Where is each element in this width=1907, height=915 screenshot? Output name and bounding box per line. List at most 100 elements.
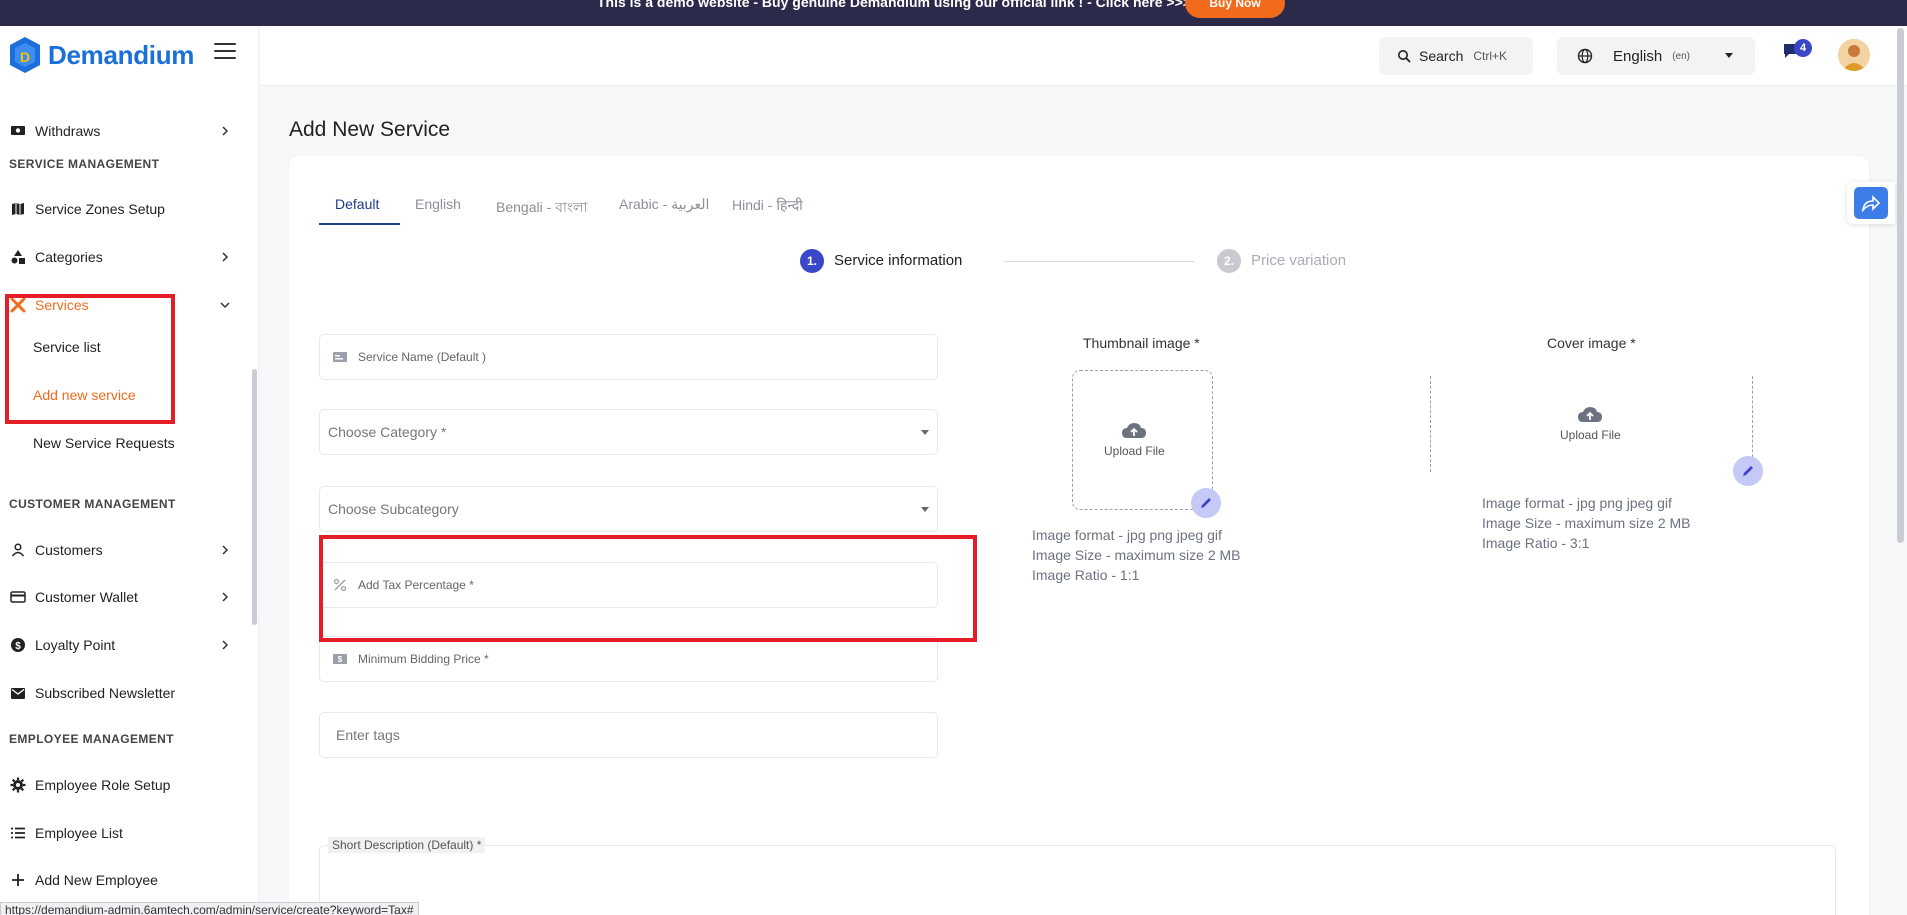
money-icon xyxy=(9,122,27,140)
banner-text[interactable]: This is a demo website - Buy genuine Dem… xyxy=(597,0,1191,10)
chevron-right-icon xyxy=(218,250,232,264)
sidebar-item-label: Employee List xyxy=(35,825,123,841)
thumbnail-edit-button[interactable] xyxy=(1191,488,1221,518)
sidebar-item-subscribed-newsletter[interactable]: Subscribed Newsletter xyxy=(0,678,250,708)
sidebar-item-categories[interactable]: Categories xyxy=(0,242,250,272)
cover-format: Image format - jpg png jpeg gif xyxy=(1482,495,1672,511)
sidebar-item-service-zones[interactable]: Service Zones Setup xyxy=(0,194,250,224)
sidebar-scrollbar[interactable] xyxy=(252,369,257,625)
logo[interactable]: D Demandium xyxy=(8,36,194,74)
category-placeholder: Choose Category * xyxy=(328,424,447,440)
logo-icon: D xyxy=(8,36,42,74)
globe-icon xyxy=(1577,48,1593,64)
sidebar-item-label: Subscribed Newsletter xyxy=(35,685,176,701)
shapes-icon xyxy=(9,248,27,266)
user-icon xyxy=(9,541,27,559)
section-heading-customer-management: CUSTOMER MANAGEMENT xyxy=(9,497,176,511)
sidebar-item-customer-wallet[interactable]: Customer Wallet xyxy=(0,582,250,612)
share-icon xyxy=(1854,187,1888,219)
brand-name: Demandium xyxy=(48,39,195,70)
search-button[interactable]: Search Ctrl+K xyxy=(1379,37,1533,75)
svg-text:$: $ xyxy=(338,655,343,664)
dollar-bill-icon: $ xyxy=(332,652,348,666)
sidebar-item-loyalty-point[interactable]: $ Loyalty Point xyxy=(0,630,250,660)
sidebar: D Demandium Withdraws SERVICE MANAGEMENT… xyxy=(0,26,259,915)
tags-placeholder: Enter tags xyxy=(336,727,400,743)
chevron-right-icon xyxy=(218,638,232,652)
tab-default[interactable]: Default xyxy=(335,196,379,212)
sidebar-item-label: Add New Employee xyxy=(35,872,158,888)
dollar-coin-icon: $ xyxy=(9,636,27,654)
page-scrollbar[interactable] xyxy=(1897,28,1904,543)
short-description-editor[interactable] xyxy=(319,845,1836,915)
highlight-box-tax xyxy=(319,535,977,642)
highlight-box-services xyxy=(5,294,175,424)
cover-upload-prompt[interactable]: Upload File xyxy=(1560,406,1621,442)
tab-bengali[interactable]: Bengali - বাংলা xyxy=(496,196,588,220)
cover-ratio: Image Ratio - 3:1 xyxy=(1482,535,1590,551)
section-heading-employee-management: EMPLOYEE MANAGEMENT xyxy=(9,732,174,746)
cloud-upload-icon xyxy=(1578,407,1603,422)
plus-icon xyxy=(9,871,27,889)
thumbnail-upload-prompt[interactable]: Upload File xyxy=(1104,422,1165,458)
demo-banner: This is a demo website - Buy genuine Dem… xyxy=(0,0,1907,26)
cover-edit-button[interactable] xyxy=(1733,456,1763,486)
sidebar-item-add-new-employee[interactable]: Add New Employee xyxy=(0,865,250,895)
pencil-icon xyxy=(1743,466,1753,476)
subcategory-select[interactable]: Choose Subcategory xyxy=(319,486,938,532)
thumbnail-info: Image format - jpg png jpeg gif Image Si… xyxy=(1032,525,1241,585)
chevron-down-icon xyxy=(218,298,232,312)
cover-upload-left-edge xyxy=(1430,376,1431,472)
thumbnail-format: Image format - jpg png jpeg gif xyxy=(1032,527,1222,543)
search-label: Search xyxy=(1419,48,1464,64)
chevron-right-icon xyxy=(218,590,232,604)
subcategory-placeholder: Choose Subcategory xyxy=(328,501,459,517)
sidebar-item-employee-role-setup[interactable]: Employee Role Setup xyxy=(0,770,250,800)
buy-now-button[interactable]: Buy Now xyxy=(1185,0,1285,18)
category-select[interactable]: Choose Category * xyxy=(319,409,938,455)
share-float-button[interactable] xyxy=(1847,182,1895,224)
id-card-icon xyxy=(332,350,348,364)
sidebar-item-label: Withdraws xyxy=(35,123,101,139)
tags-input[interactable]: Enter tags xyxy=(319,712,938,758)
minimum-bidding-placeholder: Minimum Bidding Price * xyxy=(358,652,489,666)
top-bar: Search Ctrl+K English (en) 4 xyxy=(260,26,1907,86)
step-connector xyxy=(1004,261,1194,262)
sidebar-item-label: Customer Wallet xyxy=(35,589,138,605)
sidebar-item-label: Customers xyxy=(35,542,103,558)
step-2-label[interactable]: Price variation xyxy=(1251,252,1346,269)
sidebar-item-employee-list[interactable]: Employee List xyxy=(0,818,250,848)
sidebar-sub-new-service-requests[interactable]: New Service Requests xyxy=(33,435,175,451)
search-icon xyxy=(1398,50,1411,63)
cover-label: Cover image * xyxy=(1547,335,1636,351)
sidebar-item-withdraws[interactable]: Withdraws xyxy=(0,116,250,146)
tab-hindi[interactable]: Hindi - हिन्दी xyxy=(732,196,803,215)
list-icon xyxy=(9,824,27,842)
cover-info: Image format - jpg png jpeg gif Image Si… xyxy=(1482,493,1691,553)
caret-down-icon xyxy=(921,430,929,435)
mail-icon xyxy=(9,684,27,702)
tab-english[interactable]: English xyxy=(415,196,461,212)
minimum-bidding-price-input[interactable]: $ Minimum Bidding Price * xyxy=(319,636,938,682)
avatar[interactable] xyxy=(1838,39,1870,71)
svg-text:$: $ xyxy=(15,641,21,652)
step-1-label[interactable]: Service information xyxy=(834,252,962,269)
sidebar-item-label: Service Zones Setup xyxy=(35,201,165,217)
step-1-number: 1. xyxy=(800,249,824,273)
sidebar-item-customers[interactable]: Customers xyxy=(0,535,250,565)
map-icon xyxy=(9,200,27,218)
menu-toggle-icon[interactable] xyxy=(214,43,236,61)
service-name-input[interactable]: Service Name (Default ) xyxy=(319,334,938,380)
page-title: Add New Service xyxy=(289,118,451,141)
thumbnail-size: Image Size - maximum size 2 MB xyxy=(1032,547,1241,563)
thumbnail-ratio: Image Ratio - 1:1 xyxy=(1032,567,1140,583)
status-bar-url: https://demandium-admin.6amtech.com/admi… xyxy=(0,902,419,915)
chevron-right-icon xyxy=(218,543,232,557)
cloud-upload-icon xyxy=(1122,423,1147,438)
language-label: English xyxy=(1613,47,1663,65)
caret-down-icon xyxy=(921,507,929,512)
tab-arabic[interactable]: Arabic - العربية xyxy=(619,196,709,213)
language-selector[interactable]: English (en) xyxy=(1557,37,1755,75)
caret-down-icon xyxy=(1725,53,1733,58)
sidebar-item-label: Loyalty Point xyxy=(35,637,116,653)
